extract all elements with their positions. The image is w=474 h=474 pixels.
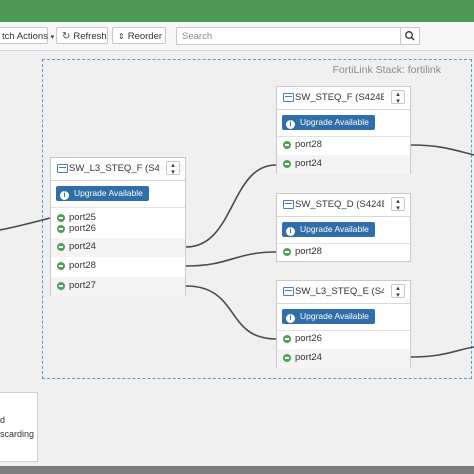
node-title: SW_L3_STEQ_F (S424E... — [69, 163, 159, 174]
port-label: port24 — [295, 352, 322, 363]
node-header: SW_STEQ_F (S424EFT... ▴▾ — [277, 87, 410, 110]
badge-row: i Upgrade Available — [277, 304, 410, 331]
switch-icon — [283, 93, 294, 102]
badge-label: Upgrade Available — [300, 224, 369, 234]
node-menu-button[interactable]: ▴ ▾ — [391, 284, 405, 299]
link-upstream — [0, 217, 51, 231]
link-sw-l3-steq-e-out — [410, 346, 474, 358]
node-title: SW_STEQ_D (S424EF5... — [295, 199, 384, 210]
badge-label: Upgrade Available — [74, 188, 143, 198]
link-port27-to-sw-l3-steq-e — [185, 285, 277, 340]
info-icon: i — [286, 314, 295, 323]
upgrade-available-badge[interactable]: i Upgrade Available — [282, 222, 375, 237]
switch-node-sw-steq-d[interactable]: SW_STEQ_D (S424EF5... ▴▾ i Upgrade Availa… — [276, 193, 411, 262]
node-header: SW_L3_STEQ_E (S424E... ▴▾ — [277, 281, 410, 304]
port-label: port28 — [295, 139, 322, 150]
port-row[interactable]: port26 — [277, 330, 410, 349]
port-up-icon — [57, 243, 65, 251]
port-up-icon — [57, 225, 65, 233]
link-port28-to-sw-steq-d — [185, 251, 277, 267]
port-up-icon — [283, 141, 291, 149]
port-label: port28 — [295, 246, 322, 257]
node-menu-button[interactable]: ▴ ▾ — [391, 90, 405, 105]
port-up-icon — [283, 160, 291, 168]
port-row[interactable]: port28 — [51, 257, 185, 276]
bottom-scrollbar[interactable] — [0, 466, 474, 474]
node-menu-button[interactable]: ▴ ▾ — [166, 161, 180, 176]
info-icon: i — [286, 227, 295, 236]
badge-row: i Upgrade Available — [51, 181, 185, 208]
port-label: port27 — [69, 280, 96, 291]
link-sw-steq-f-out — [410, 144, 474, 156]
port-up-icon — [57, 282, 65, 290]
legend-line-1: d — [0, 415, 6, 425]
port-row[interactable]: port24 — [51, 238, 185, 257]
node-header: SW_STEQ_D (S424EF5... ▴▾ — [277, 194, 410, 217]
switch-icon — [283, 287, 294, 296]
port-label: port28 — [69, 260, 96, 271]
port-row[interactable]: port28 — [277, 136, 410, 155]
info-icon: i — [60, 191, 69, 200]
switch-icon — [57, 164, 68, 173]
port-row[interactable]: port27 — [51, 277, 185, 296]
port-up-icon — [283, 354, 291, 362]
port-up-icon — [283, 335, 291, 343]
switch-node-sw-steq-f[interactable]: SW_STEQ_F (S424EFT... ▴▾ i Upgrade Availa… — [276, 86, 411, 174]
node-title: SW_L3_STEQ_E (S424E... — [295, 286, 384, 297]
switch-node-sw-l3-steq-e[interactable]: SW_L3_STEQ_E (S424E... ▴▾ i Upgrade Avail… — [276, 280, 411, 368]
port-up-icon — [283, 248, 291, 256]
port-row[interactable]: port24 — [277, 349, 410, 368]
legend-panel: d iscarding — [0, 392, 38, 462]
port-row[interactable]: port24 — [277, 155, 410, 174]
port-row[interactable]: port28 — [277, 243, 410, 262]
badge-row: i Upgrade Available — [277, 217, 410, 244]
node-menu-button[interactable]: ▴ ▾ — [391, 197, 405, 212]
upgrade-available-badge[interactable]: i Upgrade Available — [282, 115, 375, 130]
link-port24-to-sw-steq-f — [185, 164, 277, 248]
port-label: port26 — [69, 223, 96, 234]
node-header: SW_L3_STEQ_F (S424E... ▴▾ — [51, 158, 185, 181]
switch-icon — [283, 200, 294, 209]
badge-label: Upgrade Available — [300, 311, 369, 321]
switch-node-sw-l3-steq-f[interactable]: SW_L3_STEQ_F (S424E... ▴▾ i Upgrade Avail… — [50, 157, 186, 296]
upgrade-available-badge[interactable]: i Upgrade Available — [282, 309, 375, 324]
port-up-icon — [57, 262, 65, 270]
info-icon: i — [286, 120, 295, 129]
port-label: port24 — [295, 158, 322, 169]
port-label: port26 — [295, 333, 322, 344]
node-title: SW_STEQ_F (S424EFT... — [295, 92, 384, 103]
upgrade-available-badge[interactable]: i Upgrade Available — [56, 186, 149, 201]
port-row[interactable]: port26 — [51, 220, 185, 239]
legend-line-2: iscarding — [0, 429, 35, 439]
badge-row: i Upgrade Available — [277, 110, 410, 137]
badge-label: Upgrade Available — [300, 117, 369, 127]
port-label: port24 — [69, 241, 96, 252]
